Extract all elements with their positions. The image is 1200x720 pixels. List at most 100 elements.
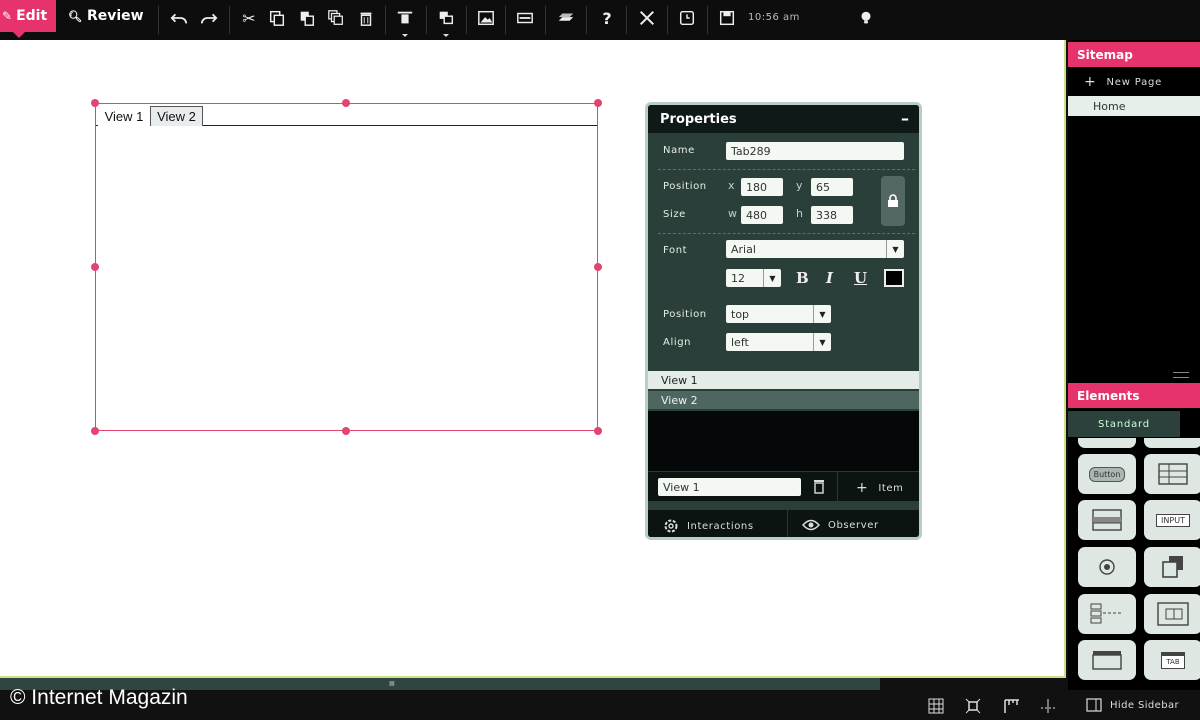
review-mode-button[interactable]: 🔍︎ Review	[68, 8, 144, 24]
align-select[interactable]: left ▼	[726, 333, 831, 351]
new-page-label: New Page	[1106, 76, 1163, 88]
magnifier-icon: 🔍︎	[68, 9, 82, 23]
undo-icon[interactable]	[168, 7, 190, 29]
list-icon	[1092, 509, 1122, 531]
lock-aspect-button[interactable]	[881, 176, 905, 226]
ruler-icon[interactable]	[1003, 698, 1021, 716]
delete-view-button[interactable]	[812, 478, 834, 494]
resize-handle-top-right[interactable]	[594, 99, 602, 107]
widget-icon[interactable]	[514, 7, 536, 29]
copy-icon[interactable]	[266, 7, 288, 29]
toolbar-divider	[466, 6, 467, 34]
tab-widget[interactable]: View 1 View 2	[95, 103, 598, 431]
paste-icon[interactable]	[296, 7, 318, 29]
list-element-tile[interactable]	[1078, 500, 1136, 540]
height-field[interactable]: 338	[811, 206, 853, 224]
underline-button[interactable]: U	[854, 269, 867, 287]
panel-element-tile[interactable]	[1078, 640, 1136, 680]
x-field[interactable]: 180	[741, 178, 783, 196]
scroll-grip-icon[interactable]: ▦	[389, 681, 395, 687]
resize-handle-bottom[interactable]	[342, 427, 350, 435]
tab-view-2[interactable]: View 2	[150, 106, 203, 126]
tab-view-1[interactable]: View 1	[98, 106, 150, 126]
guides-icon[interactable]	[1040, 698, 1056, 716]
clock-icon[interactable]	[676, 7, 698, 29]
divider	[837, 472, 838, 502]
redo-icon[interactable]	[198, 7, 220, 29]
y-label: y	[796, 179, 803, 192]
fit-screen-icon[interactable]	[965, 698, 981, 716]
layers-icon[interactable]	[555, 7, 577, 29]
panel-icon	[1092, 651, 1122, 670]
view-list-item[interactable]: View 2	[648, 391, 919, 409]
element-tile[interactable]	[1078, 438, 1136, 448]
elements-tab-standard[interactable]: Standard	[1068, 411, 1180, 437]
minimize-button[interactable]: –	[901, 109, 909, 128]
view-list-item[interactable]: View 1	[648, 371, 919, 389]
y-field[interactable]: 65	[811, 178, 853, 196]
properties-footer: Interactions Observer	[648, 510, 919, 537]
radio-element-tile[interactable]	[1078, 547, 1136, 587]
tab-element-tile[interactable]: TAB	[1144, 640, 1200, 680]
align-icon[interactable]	[394, 7, 416, 37]
edit-mode-label: Edit	[16, 8, 48, 24]
element-tile[interactable]	[1144, 438, 1200, 448]
tools-icon[interactable]	[636, 7, 658, 29]
help-icon[interactable]: ?	[596, 7, 618, 29]
new-page-button[interactable]: + New Page	[1068, 69, 1178, 95]
tab-position-value: top	[731, 307, 750, 321]
add-item-button[interactable]: + Item	[856, 480, 904, 496]
observer-button[interactable]: Observer	[802, 518, 879, 532]
resize-grip-icon[interactable]	[1173, 372, 1189, 378]
review-mode-label: Review	[86, 8, 144, 24]
grid-icon[interactable]	[928, 698, 944, 716]
sitemap-header[interactable]: Sitemap	[1068, 42, 1200, 67]
arrange-icon[interactable]	[435, 7, 457, 37]
italic-button[interactable]: I	[826, 269, 833, 287]
edit-mode-button[interactable]: ✎ Edit	[0, 0, 56, 38]
text-color-swatch[interactable]	[884, 269, 904, 287]
view-name-field[interactable]: View 1	[658, 478, 801, 496]
lightbulb-icon[interactable]	[855, 7, 877, 29]
font-label: Font	[663, 245, 688, 256]
bold-button[interactable]: B	[796, 269, 809, 287]
font-size-select[interactable]: 12 ▼	[726, 269, 781, 287]
divider	[658, 233, 915, 234]
tree-element-tile[interactable]	[1078, 594, 1136, 634]
interactions-button[interactable]: Interactions	[663, 518, 754, 534]
resize-handle-top[interactable]	[342, 99, 350, 107]
toolbar-divider	[586, 6, 587, 34]
resize-handle-bottom-left[interactable]	[91, 427, 99, 435]
tab-position-select[interactable]: top ▼	[726, 305, 831, 323]
cut-icon[interactable]: ✂	[238, 7, 260, 29]
observer-label: Observer	[828, 519, 879, 531]
right-sidebar: Sitemap + New Page Home Elements Standar…	[1068, 40, 1200, 690]
font-select[interactable]: Arial ▼	[726, 240, 904, 258]
resize-handle-right[interactable]	[594, 263, 602, 271]
hide-sidebar-button[interactable]: Hide Sidebar	[1086, 698, 1179, 712]
width-field[interactable]: 480	[741, 206, 783, 224]
table-element-tile[interactable]	[1144, 454, 1200, 494]
container-element-tile[interactable]	[1144, 594, 1200, 634]
duplicate-icon[interactable]	[325, 7, 347, 29]
resize-handle-left[interactable]	[91, 263, 99, 271]
trash-icon[interactable]	[355, 7, 377, 29]
name-field[interactable]: Tab289	[726, 142, 904, 160]
resize-handle-bottom-right[interactable]	[594, 427, 602, 435]
font-value: Arial	[731, 242, 756, 256]
save-icon[interactable]	[716, 7, 738, 29]
properties-header[interactable]: Properties –	[648, 105, 919, 133]
image-icon[interactable]	[475, 7, 497, 29]
resize-handle-top-left[interactable]	[91, 99, 99, 107]
input-element-tile[interactable]: INPUT	[1144, 500, 1200, 540]
plus-icon: +	[856, 480, 869, 496]
sitemap-page-home[interactable]: Home	[1068, 96, 1200, 116]
button-element-tile[interactable]: Button	[1078, 454, 1136, 494]
elements-header[interactable]: Elements	[1068, 383, 1200, 408]
h-label: h	[796, 207, 803, 220]
tree-icon	[1090, 603, 1123, 624]
toolbar-divider	[229, 6, 230, 34]
divider	[658, 169, 915, 170]
properties-panel: Properties – Name Tab289 Position x 180 …	[645, 102, 922, 540]
layer-element-tile[interactable]	[1144, 547, 1200, 587]
